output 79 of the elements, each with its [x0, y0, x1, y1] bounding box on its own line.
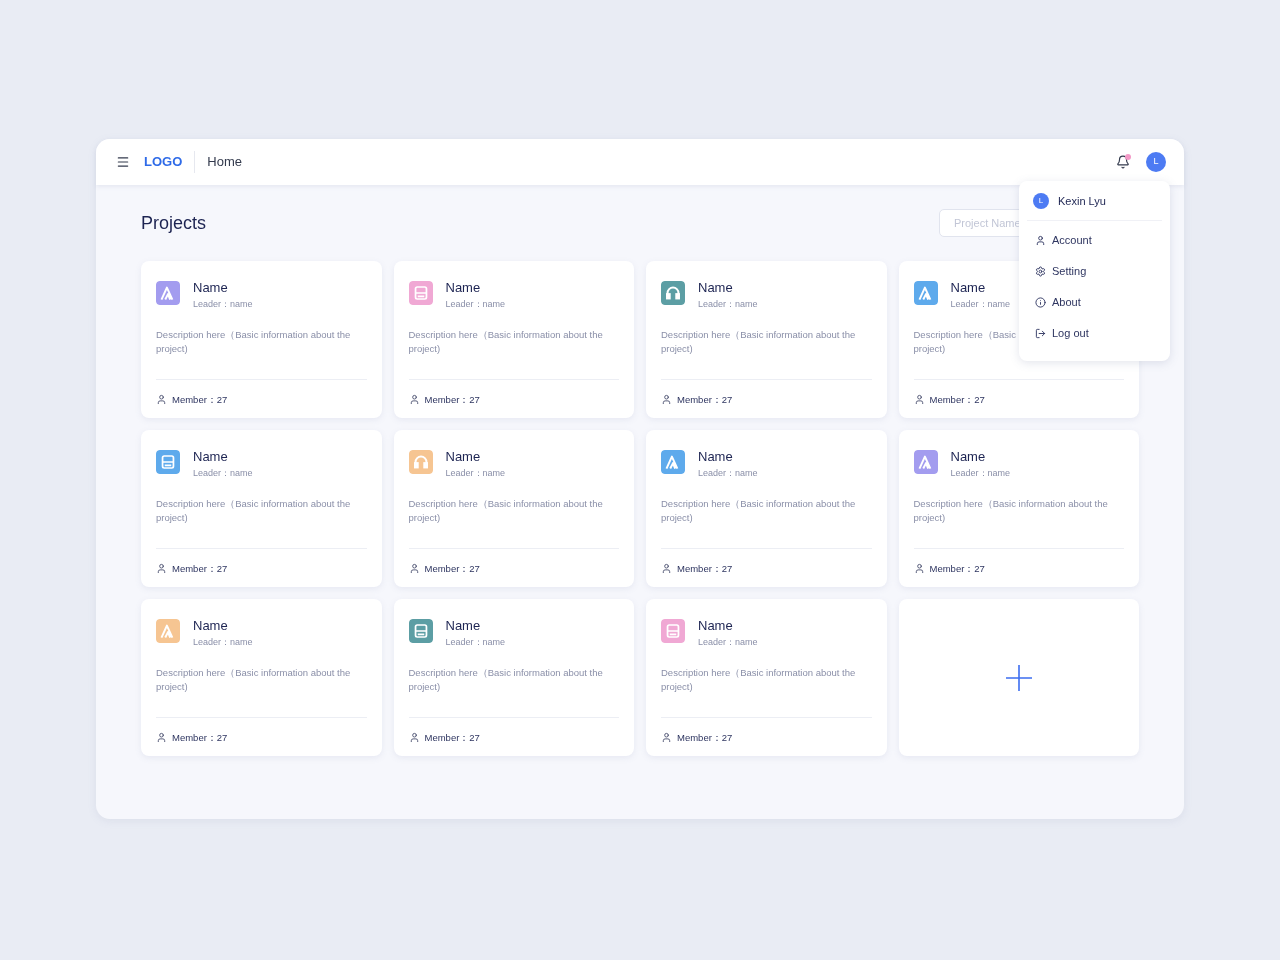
project-name: Name	[698, 449, 734, 465]
member-count: Member：27	[677, 392, 733, 407]
member-icon	[661, 732, 672, 744]
breadcrumb-home[interactable]: Home	[207, 152, 242, 172]
project-name: Name	[698, 618, 734, 634]
project-leader: Leader：name	[445, 298, 506, 311]
project-leader: Leader：name	[193, 467, 253, 480]
member-icon	[408, 732, 420, 744]
project-description: Description here（Basic information about the project)	[661, 327, 856, 356]
member-count: Member：27	[929, 392, 985, 407]
avatar[interactable]: L	[1146, 152, 1166, 172]
avatar: L	[1033, 193, 1049, 210]
project-leader: Leader：name	[950, 467, 1011, 480]
member-count: Member：27	[424, 392, 480, 407]
project-leader: Leader：name	[445, 467, 506, 480]
member-icon	[408, 394, 420, 406]
member-icon	[913, 563, 925, 575]
project-description: Description here（Basic information about the project)	[408, 327, 603, 356]
project-description: Description here（Basic information about the project)	[661, 496, 856, 525]
info-icon	[1035, 296, 1046, 308]
plus-icon	[1004, 663, 1033, 692]
member-count: Member：27	[929, 561, 985, 576]
project-leader: Leader：name	[698, 298, 758, 311]
project-description: Description here（Basic information about the project)	[156, 496, 351, 525]
project-description: Description here（Basic information about the project)	[408, 496, 603, 525]
project-description: Description here（Basic information about the project)	[913, 496, 1108, 525]
project-leader: Leader：name	[698, 467, 758, 480]
project-name: Name	[445, 618, 482, 634]
project-description: Description here（Basic information about the project)	[156, 665, 351, 694]
project-card[interactable]: Name Leader：name Description here（Basic information about the project) Member：27	[898, 430, 1139, 587]
project-card[interactable]: Name Leader：name Description here（Basic information about the project) Member：27	[646, 261, 887, 418]
member-icon	[408, 563, 420, 575]
project-name: Name	[445, 449, 482, 465]
project-description: Description here（Basic information about the project)	[661, 665, 856, 694]
project-leader: Leader：name	[698, 636, 758, 649]
user-name: Kexin Lyu	[1058, 194, 1106, 209]
project-name: Name	[193, 449, 229, 465]
project-name: Name	[193, 618, 229, 634]
member-icon	[156, 563, 167, 575]
project-leader: Leader：name	[445, 636, 506, 649]
project-card[interactable]: Name Leader：name Description here（Basic information about the project) Member：27	[646, 430, 887, 587]
member-count: Member：27	[172, 730, 228, 745]
menu-item[interactable]: Account	[1027, 224, 1162, 256]
member-count: Member：27	[424, 730, 480, 745]
project-name: Name	[950, 449, 987, 465]
project-name: Name	[193, 280, 229, 296]
notification-icon[interactable]	[1116, 155, 1130, 169]
project-card[interactable]: Name Leader：name Description here（Basic information about the project) Member：27	[646, 599, 887, 756]
member-count: Member：27	[677, 561, 733, 576]
member-count: Member：27	[424, 561, 480, 576]
project-leader: Leader：name	[193, 636, 253, 649]
project-card[interactable]: Name Leader：name Description here（Basic information about the project) Member：27	[141, 261, 382, 418]
menu-icon[interactable]	[116, 155, 130, 169]
member-count: Member：27	[677, 730, 733, 745]
project-description: Description here（Basic project)	[913, 327, 1016, 356]
project-leader: Leader：name	[950, 298, 1011, 311]
logout-icon	[1035, 327, 1046, 339]
project-card[interactable]: Name Leader：name Description here（Basic information about the project) Member：27	[393, 430, 634, 587]
member-icon	[156, 394, 167, 406]
member-icon	[661, 563, 672, 575]
project-name: Name	[445, 280, 482, 296]
user-icon	[1035, 234, 1046, 246]
project-leader: Leader：name	[193, 298, 253, 311]
project-description: Description here（Basic information about the project)	[156, 327, 351, 356]
project-name: Name	[950, 280, 987, 296]
project-card[interactable]: Name Leader：name Description here（Basic information about the project) Member：27	[141, 430, 382, 587]
member-icon	[156, 732, 167, 744]
member-count: Member：27	[172, 392, 228, 407]
member-icon	[661, 394, 672, 406]
project-name: Name	[698, 280, 734, 296]
project-description: Description here（Basic information about the project)	[408, 665, 603, 694]
project-card[interactable]: Name Leader：name Description here（Basic information about the project) Member：27	[393, 599, 634, 756]
settings-icon	[1035, 265, 1046, 277]
member-count: Member：27	[172, 561, 228, 576]
member-icon	[913, 394, 925, 406]
project-card[interactable]: Name Leader：name Description here（Basic information about the project) Member：27	[141, 599, 382, 756]
project-card[interactable]: Name Leader：name Description here（Basic information about the project) Member：27	[393, 261, 634, 418]
logo[interactable]: LOGO	[144, 152, 183, 172]
page-title: Projects	[141, 211, 207, 235]
